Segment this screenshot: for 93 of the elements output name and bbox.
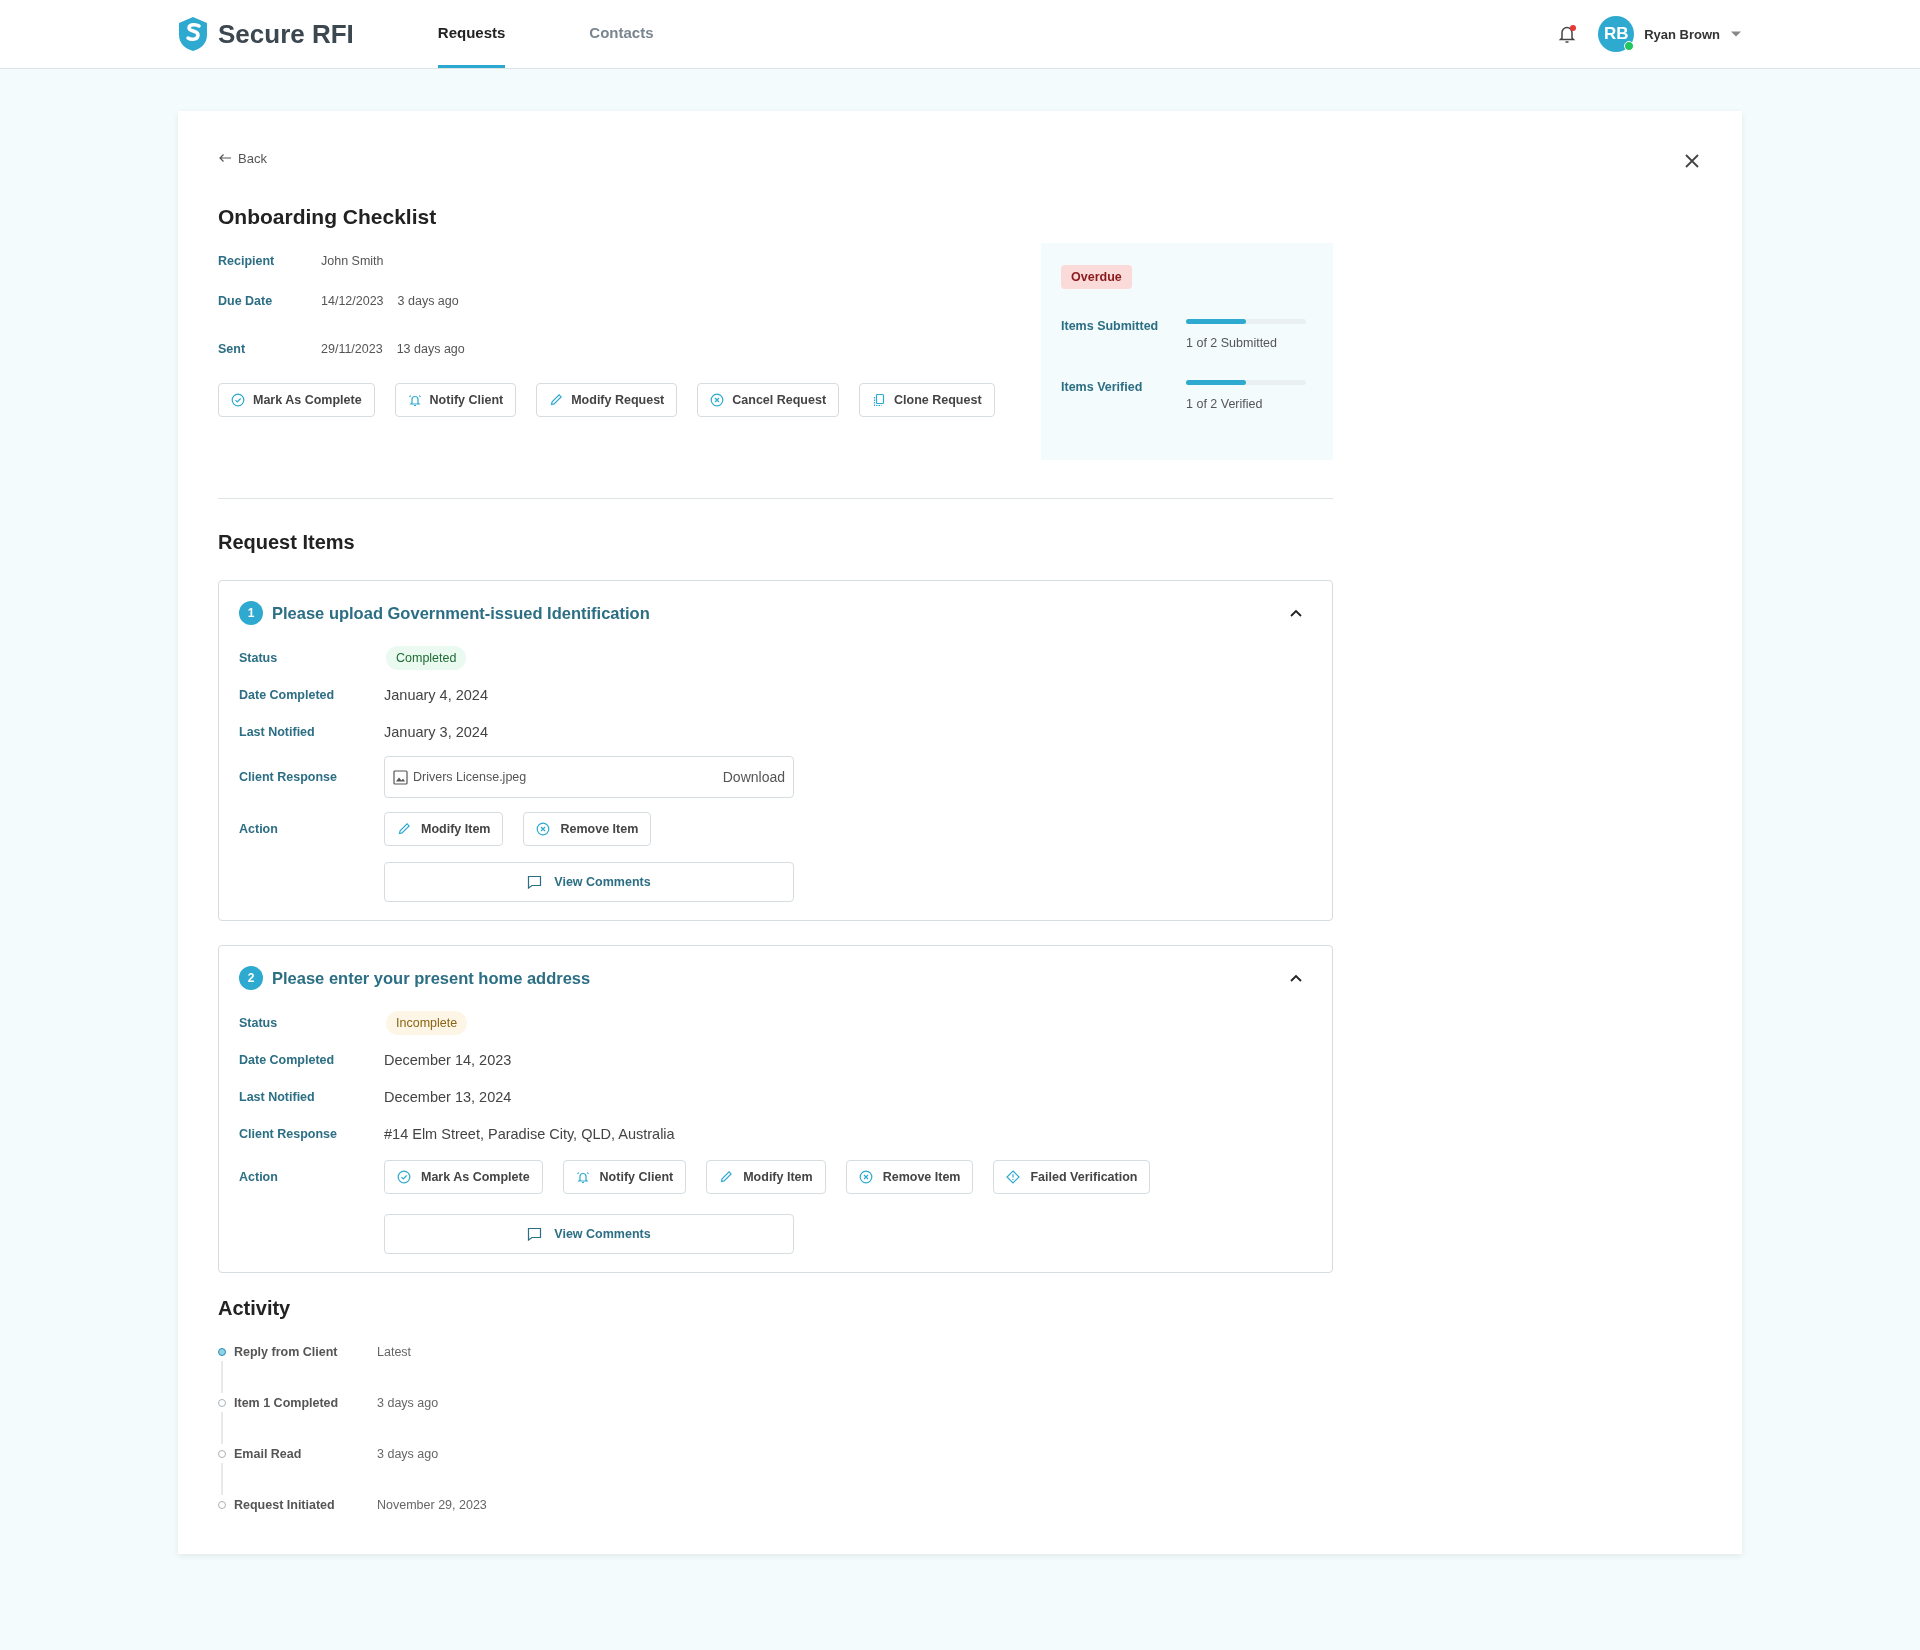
event-label: Request Initiated [234,1497,336,1512]
arrow-left-icon [218,153,232,163]
overdue-badge: Overdue [1061,265,1132,289]
section-title: Request Items [218,531,356,554]
field-label: Action [239,1170,279,1184]
download-link[interactable]: Download [722,769,785,785]
event-time: 3 days ago [377,1395,439,1410]
action-button[interactable]: Notify Client [562,1160,687,1194]
field-value: 13 days ago [396,342,465,356]
action-button[interactable]: Clone Request [859,383,995,417]
action-button[interactable]: Notify Client [394,383,517,417]
field-value: #14 Elm Street, Paradise City, QLD, Australia [384,1125,675,1142]
status-badge: Incomplete [386,1010,468,1035]
copy-icon [872,393,887,407]
action-button[interactable]: Cancel Request [697,383,840,417]
field-value: December 14, 2023 [384,1051,512,1068]
field-label: Client Response [239,1126,338,1141]
avatar: RB [1598,16,1635,52]
event-time: 3 days ago [377,1446,439,1461]
file-name: Drivers License.jpeg [413,770,527,784]
request-title: Onboarding Checklist [218,205,438,229]
check-circle-icon [397,1170,411,1184]
back-link[interactable]: Back [218,150,267,166]
field-label: Due Date [218,294,274,308]
bell-icon [407,393,422,407]
collapse-toggle[interactable] [1290,609,1302,617]
field-label: Status [239,1015,279,1030]
field-label: Client Response [239,770,338,784]
cancel-circle-icon [536,822,551,836]
shield-logo-icon [178,16,208,52]
event-label: Reply from Client [234,1344,339,1359]
action-button[interactable]: Failed Verification [993,1160,1151,1194]
notifications-button[interactable] [1558,24,1577,44]
check-circle-icon [231,393,245,407]
caret-icon [1730,30,1742,38]
action-button[interactable]: Remove Item [845,1160,974,1194]
bell-icon [1558,24,1577,44]
field-label: Sent [218,342,247,356]
field-value: 3 days ago [397,294,459,308]
field-label: Status [239,650,279,665]
item-title: Please upload Government-issued Identification [272,603,650,623]
collapse-toggle[interactable] [1290,974,1302,982]
view-comments-button[interactable]: View Comments [384,1214,794,1254]
bell-icon [575,1170,590,1184]
field-value: 29/11/2023 [321,342,383,356]
field-value: January 3, 2024 [384,723,488,740]
app-name: Secure RFI [218,18,354,50]
action-button[interactable]: Modify Item [706,1160,826,1194]
nav-tab[interactable]: Requests [437,0,506,68]
comment-icon [527,1227,543,1241]
pencil-icon [549,393,564,407]
status-badge: Completed [386,645,467,670]
metric-reading: 1 of 2 Verified [1186,397,1264,411]
close-button[interactable] [1684,153,1700,169]
action-button[interactable]: Mark As Complete [218,383,375,417]
pencil-icon [719,1170,734,1184]
metric-label: Items Submitted [1061,319,1160,334]
view-comments-button[interactable]: View Comments [384,862,794,902]
cancel-circle-icon [710,393,725,407]
chevron-up-icon [1290,609,1302,617]
event-label: Item 1 Completed [234,1395,340,1410]
field-value: January 4, 2024 [384,686,488,703]
item-number: 1 [239,601,263,625]
close-icon [1684,153,1700,169]
image-file-icon [393,769,408,785]
field-label: Date Completed [239,1052,336,1067]
action-button[interactable]: Remove Item [523,812,652,846]
field-label: Last Notified [239,1089,316,1104]
nav-tab[interactable]: Contacts [589,0,654,68]
field-value: John Smith [321,254,384,268]
cancel-circle-icon [858,1170,873,1184]
field-label: Recipient [218,254,276,268]
action-button[interactable]: Modify Request [536,383,678,417]
event-label: Email Read [234,1446,303,1461]
metric-reading: 1 of 2 Submitted [1186,336,1279,350]
action-button[interactable]: Modify Item [384,812,504,846]
user-name: Ryan Brown [1644,26,1720,42]
item-number: 2 [239,966,263,990]
item-title: Please enter your present home address [272,968,591,988]
action-button[interactable]: Mark As Complete [384,1160,543,1194]
comment-icon [527,875,543,889]
event-time: Latest [377,1344,412,1359]
field-label: Action [239,822,279,836]
pencil-icon [397,822,411,836]
field-value: 14/12/2023 [321,294,384,308]
field-label: Date Completed [239,687,336,702]
chevron-up-icon [1290,974,1302,982]
field-label: Last Notified [239,724,316,739]
event-time: November 29, 2023 [377,1497,487,1512]
metric-label: Items Verified [1061,380,1144,395]
field-value: December 13, 2024 [384,1088,512,1105]
warning-diamond-icon [1006,1170,1021,1184]
section-title: Activity [218,1297,292,1320]
